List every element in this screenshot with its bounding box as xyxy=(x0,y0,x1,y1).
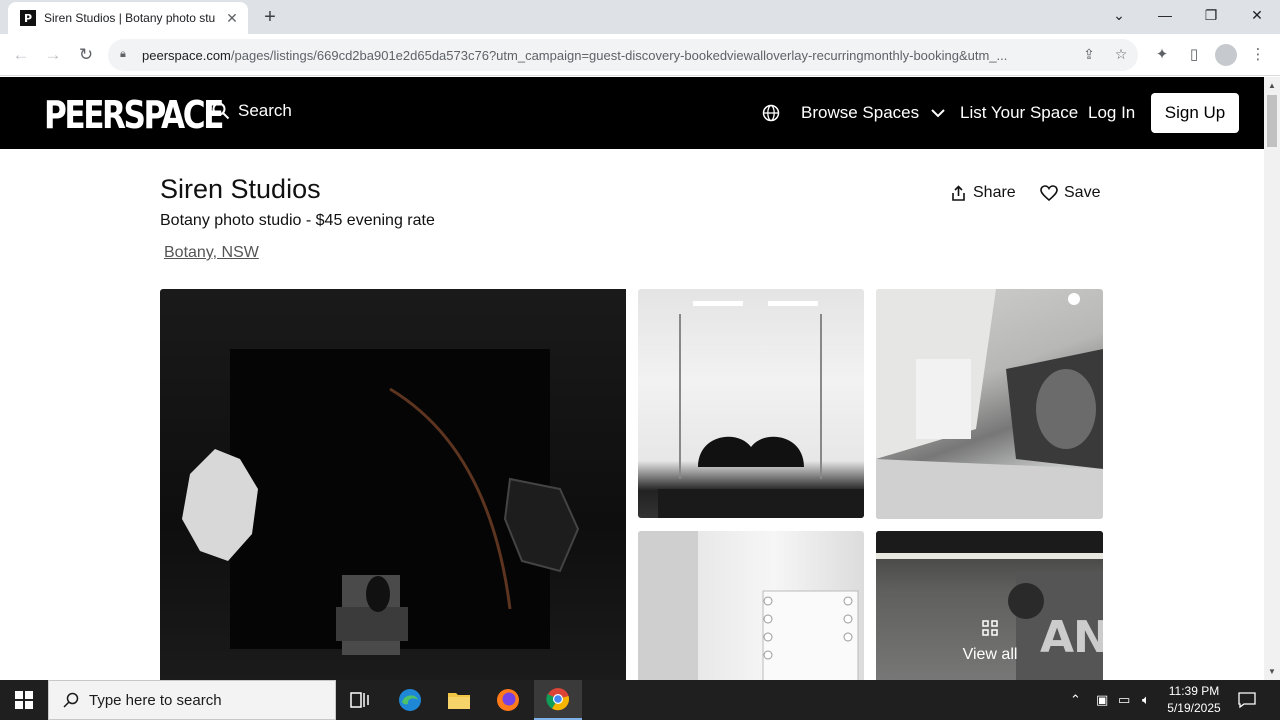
header-search[interactable]: Search xyxy=(212,101,292,121)
tab-title: Siren Studios | Botany photo stu xyxy=(44,11,216,25)
listing-subtitle: Botany photo studio - $45 evening rate xyxy=(160,212,435,229)
share-icon xyxy=(952,184,965,201)
gallery-photo-main[interactable] xyxy=(160,289,626,680)
white-studio-sofa-photo xyxy=(658,301,864,518)
gallery-photo-4[interactable] xyxy=(638,531,864,680)
chevron-down-icon xyxy=(931,109,945,118)
lock-icon: 🔒︎ xyxy=(120,48,126,60)
save-button[interactable]: Save xyxy=(1040,184,1100,202)
volume-icon[interactable]: 🔈︎ xyxy=(1142,680,1150,720)
side-panel-icon[interactable]: ▯ xyxy=(1184,45,1204,65)
restore-button[interactable]: ❐ xyxy=(1188,0,1234,30)
tab-close-icon[interactable]: ✕ xyxy=(224,10,240,27)
task-view-icon[interactable] xyxy=(336,680,384,720)
meet-now-icon[interactable]: ▣ xyxy=(1096,680,1108,720)
scrollbar-thumb[interactable] xyxy=(1267,95,1277,147)
browse-spaces-menu[interactable]: Browse Spaces xyxy=(801,103,945,123)
forward-arrow-icon[interactable]: → xyxy=(40,42,66,68)
share-label: Share xyxy=(973,184,1016,201)
view-all-photos-button[interactable]: View all xyxy=(952,620,1028,664)
search-icon xyxy=(212,102,230,120)
search-label: Search xyxy=(238,101,292,120)
gallery-photo-2[interactable] xyxy=(638,289,864,518)
browse-spaces-label: Browse Spaces xyxy=(801,103,920,122)
save-label: Save xyxy=(1064,184,1101,201)
browser-tab-active[interactable]: P Siren Studios | Botany photo stu ✕ xyxy=(8,2,248,34)
file-explorer-icon[interactable] xyxy=(435,680,483,720)
back-arrow-icon[interactable]: ← xyxy=(8,42,34,68)
edge-browser-icon[interactable] xyxy=(386,680,434,720)
new-tab-button[interactable]: + xyxy=(258,6,282,30)
clock-time: 11:39 PM xyxy=(1168,684,1220,698)
browser-menu-icon[interactable]: ⋮ xyxy=(1248,45,1268,65)
firefox-icon[interactable] xyxy=(484,680,532,720)
listing-location-link[interactable]: Botany, NSW xyxy=(164,244,259,262)
studio-lighting-photo xyxy=(182,349,580,655)
chrome-icon[interactable] xyxy=(534,680,582,720)
globe-icon[interactable] xyxy=(762,104,780,122)
log-in-link[interactable]: Log In xyxy=(1088,103,1135,123)
heart-icon xyxy=(1040,185,1058,201)
minimize-button[interactable]: — xyxy=(1142,0,1188,30)
extensions-puzzle-icon[interactable]: ✦ xyxy=(1152,45,1172,65)
address-bar[interactable]: 🔒︎ peerspace.com/pages/listings/669cd2ba… xyxy=(108,39,1138,71)
start-button[interactable] xyxy=(0,680,48,720)
tab-search-icon[interactable]: ⌄ xyxy=(1096,0,1142,30)
site-header: PEERSPACE Search Browse Spaces List Your… xyxy=(0,77,1264,149)
share-button[interactable]: Share xyxy=(950,184,1016,202)
page-scrollbar[interactable]: ▲ ▼ xyxy=(1264,77,1280,680)
peerspace-favicon-icon: P xyxy=(20,10,36,26)
show-hidden-icons-chevron-icon[interactable]: ⌃ xyxy=(1070,680,1081,720)
network-icon[interactable]: ▭ xyxy=(1118,680,1130,720)
system-clock[interactable]: 11:39 PM 5/19/2025 xyxy=(1160,683,1228,717)
bookmark-star-icon[interactable]: ☆ xyxy=(1112,46,1130,64)
share-page-icon[interactable]: ⇪ xyxy=(1080,46,1098,64)
close-window-button[interactable]: ✕ xyxy=(1234,0,1280,30)
search-icon xyxy=(63,692,79,708)
browser-toolbar: ← → ↻ 🔒︎ peerspace.com/pages/listings/66… xyxy=(0,34,1280,76)
windows-taskbar: Type here to search ⌃ ▣ ▭ 🔈︎ 11:39 PM 5/… xyxy=(0,680,1280,720)
browser-tab-bar: P Siren Studios | Botany photo stu ✕ + ⌄… xyxy=(0,0,1280,34)
makeup-mirror-photo xyxy=(638,531,859,680)
sign-up-button[interactable]: Sign Up xyxy=(1151,93,1239,133)
profile-avatar[interactable] xyxy=(1215,44,1237,66)
grid-icon xyxy=(982,620,998,636)
taskbar-search-box[interactable]: Type here to search xyxy=(48,680,336,720)
scroll-up-arrow-icon[interactable]: ▲ xyxy=(1268,81,1276,90)
studio-interior-photo xyxy=(876,289,1103,519)
reload-icon[interactable]: ↻ xyxy=(73,42,99,68)
url-text: peerspace.com/pages/listings/669cd2ba901… xyxy=(142,47,1008,63)
taskbar-search-placeholder: Type here to search xyxy=(89,691,222,709)
windows-logo-icon xyxy=(15,691,33,709)
list-your-space-link[interactable]: List Your Space xyxy=(960,103,1078,123)
anyrun-watermark: ANY RUN xyxy=(1040,612,1258,663)
clock-date: 5/19/2025 xyxy=(1167,701,1221,715)
gallery-photo-3[interactable] xyxy=(876,289,1103,519)
view-all-label: View all xyxy=(962,646,1018,663)
scroll-down-arrow-icon[interactable]: ▼ xyxy=(1268,667,1276,676)
peerspace-logo[interactable]: PEERSPACE xyxy=(44,93,224,137)
listing-title: Siren Studios xyxy=(160,174,321,204)
notifications-icon[interactable] xyxy=(1238,680,1256,720)
